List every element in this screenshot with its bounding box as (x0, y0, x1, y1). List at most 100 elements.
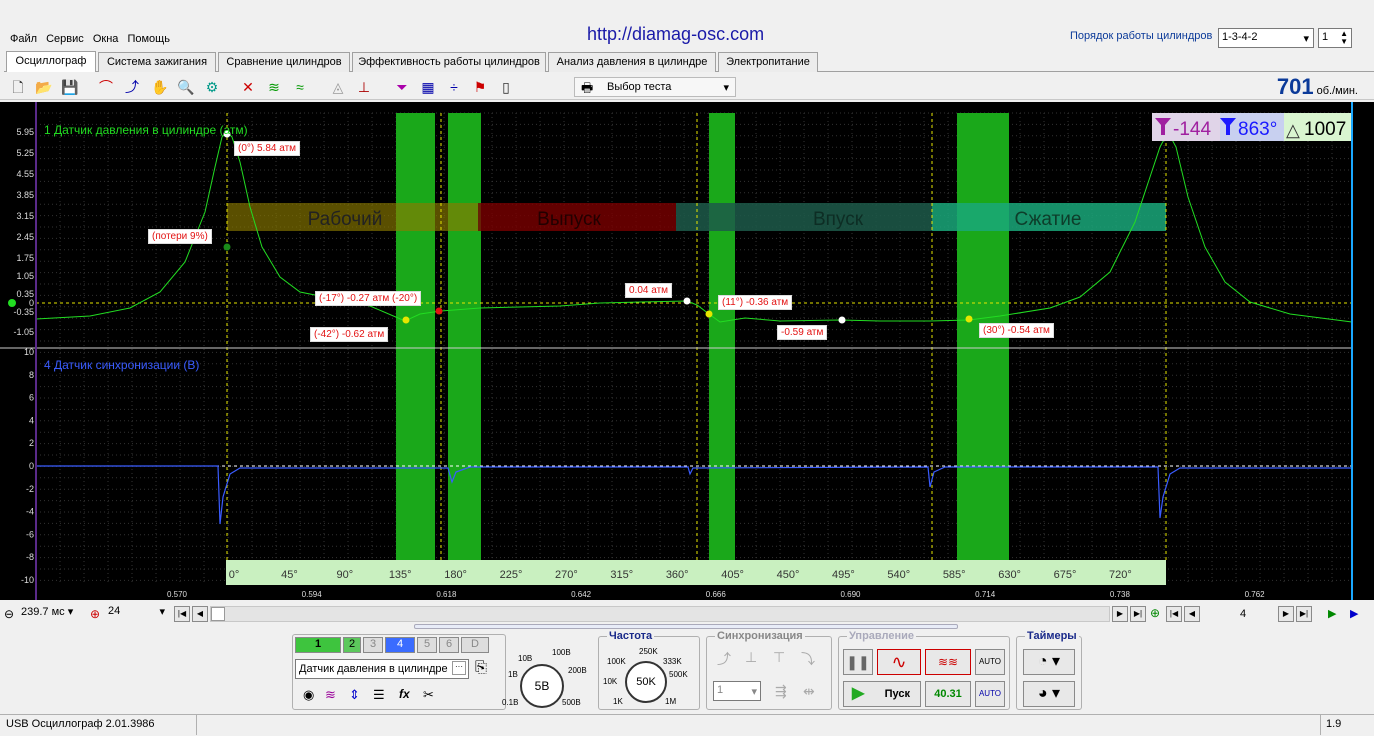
menu-windows[interactable]: Окна (93, 28, 119, 45)
first-page-button[interactable]: |◀ (174, 606, 190, 622)
fx-icon[interactable]: fx (399, 687, 410, 701)
divs-select[interactable]: 24 ▾ (105, 604, 169, 622)
play-fast-icon[interactable]: ▶ (1350, 607, 1358, 620)
frame-next-button[interactable]: ▶ (1278, 606, 1294, 622)
menu-file[interactable]: Файл (10, 28, 37, 45)
sync-rise-icon[interactable]: ⤴ (717, 649, 731, 669)
zoom-out-icon[interactable]: ⊖ (4, 607, 14, 621)
sync-up-icon[interactable]: ⊥ (745, 649, 757, 666)
last-button[interactable]: ▶| (1130, 606, 1146, 622)
sync-center-icon[interactable]: ⇹ (803, 683, 815, 700)
timer-start-button[interactable]: ◔ ▾ (1023, 649, 1075, 675)
frequency-knob[interactable]: 50K (625, 661, 667, 703)
cylinder-number-spinner[interactable]: 1 ▲ ▼ (1318, 28, 1352, 48)
time-tick: 0.714 (975, 590, 996, 599)
frame-first-button[interactable]: |◀ (1166, 606, 1182, 622)
flag-icon[interactable]: ⚑ (470, 78, 490, 96)
auto-zoom-icon[interactable]: ⚙ (202, 78, 222, 96)
tab-power[interactable]: Электропитание (718, 52, 818, 72)
auto-icon[interactable]: ◬ (328, 78, 348, 96)
marker-dot-004[interactable] (683, 297, 691, 305)
tab-cylinder-efficiency[interactable]: Эффективность работы цилиндров (352, 52, 546, 72)
waveform-icon[interactable]: ≋ (325, 687, 336, 703)
cylinder-order-select[interactable]: 1-3-4-2 ▾ (1218, 28, 1314, 48)
marker-dot-m42[interactable] (402, 316, 410, 324)
channel-d-button[interactable]: D (461, 637, 489, 653)
test-select[interactable]: 🖶 Выбор теста ▾ (574, 77, 736, 97)
tab-oscilloscope[interactable]: Осциллограф (6, 51, 96, 72)
channel-6-button[interactable]: 6 (439, 637, 459, 653)
sensor-select[interactable]: Датчик давления в цилиндре ··· (295, 659, 469, 679)
degree-tick: 135° (389, 569, 412, 581)
prev-button[interactable]: ◀ (192, 606, 208, 622)
auto-mode-icon[interactable]: AUTO (975, 649, 1005, 675)
marker-dot-30[interactable] (965, 315, 973, 323)
markers-icon[interactable]: ⏷ (392, 78, 412, 96)
lines-icon[interactable]: ☰ (373, 687, 385, 703)
marker-dot-m17[interactable] (435, 307, 443, 315)
eye-icon[interactable]: ◉ (303, 687, 314, 703)
tools-icon[interactable]: ✂ (423, 687, 434, 703)
marker-dot-059[interactable] (838, 316, 846, 324)
time-axis: 0.570 0.594 0.618 0.642 0.666 0.690 0.714 0.738… (167, 590, 1265, 599)
ellipsis-button[interactable]: ··· (452, 661, 466, 675)
tab-ignition[interactable]: Система зажигания (98, 52, 216, 72)
hand-icon[interactable]: ✋ (150, 78, 170, 96)
cursor-x-icon[interactable]: ✕ (238, 78, 258, 96)
control-panel: 1 2 3 4 5 6 D Датчик давления в цилиндре… (0, 628, 1374, 714)
sensor-settings-icon[interactable]: ⎘ (475, 659, 487, 676)
open-folder-icon[interactable]: 📂 (34, 78, 54, 96)
site-url[interactable]: http://diamag-osc.com (587, 24, 764, 45)
ch1-level-handle[interactable] (8, 299, 16, 307)
ch4-y-tick: 8 (29, 370, 34, 380)
measure-icon[interactable]: ⤴ (122, 78, 142, 96)
timebase-select[interactable]: 239.7 мс ▾ (18, 604, 86, 622)
time-tick: 0.618 (436, 590, 457, 599)
channel-1-button[interactable]: 1 (295, 637, 341, 653)
timer-stop-button[interactable]: ◕ ▾ (1023, 681, 1075, 707)
scope-area[interactable]: Рабочий Выпуск Впуск Сжатие 5.95 5.25 4.55… (0, 102, 1374, 600)
zoom-icon[interactable]: 🔍 (176, 78, 196, 96)
horizontal-scrollbar[interactable] (210, 606, 1110, 622)
start-button[interactable]: ▶ Пуск (843, 681, 921, 707)
zero-level-icon[interactable]: ⊥ (354, 78, 374, 96)
next-button[interactable]: ▶ (1112, 606, 1128, 622)
play-icon[interactable]: ▶ (1328, 607, 1336, 620)
tab-pressure-analysis[interactable]: Анализ давления в цилиндре (548, 52, 716, 72)
marker-dot-loss[interactable] (223, 243, 231, 251)
zoom-in-icon[interactable]: ⊕ (90, 607, 100, 621)
notes-icon[interactable]: ▯ (496, 78, 516, 96)
grid-icon[interactable]: ▦ (418, 78, 438, 96)
pause-icon[interactable]: ❚❚ (843, 649, 873, 675)
channel-2-button[interactable]: 2 (343, 637, 361, 653)
scope-canvas[interactable]: Рабочий Выпуск Впуск Сжатие 5.95 5.25 4.55… (0, 102, 1374, 600)
scrollbar-thumb[interactable] (211, 607, 225, 621)
frame-last-button[interactable]: ▶| (1296, 606, 1312, 622)
channel-5-button[interactable]: 5 (417, 637, 437, 653)
tab-cylinder-compare[interactable]: Сравнение цилиндров (218, 52, 350, 72)
channel-4-button[interactable]: 4 (385, 637, 415, 653)
filter-icon[interactable]: ≋ (264, 78, 284, 96)
channel-3-button[interactable]: 3 (363, 637, 383, 653)
split-icon[interactable]: ÷ (444, 78, 464, 96)
new-file-icon[interactable]: 🗋 (8, 78, 28, 96)
voltage-knob[interactable]: 5В (520, 664, 564, 708)
spectrum-icon[interactable]: ≈ (290, 78, 310, 96)
continuous-mode-icon[interactable]: ≋≋ (925, 649, 971, 675)
sync-fall-icon[interactable]: ⤵ (801, 649, 815, 669)
save-icon[interactable]: 💾 (60, 78, 80, 96)
trigger-icon[interactable]: ⌒ (96, 78, 116, 96)
menu-help[interactable]: Помощь (127, 28, 170, 45)
marker-dot-11[interactable] (705, 310, 713, 318)
auto-start-icon[interactable]: AUTO (975, 681, 1005, 707)
menu-service[interactable]: Сервис (46, 28, 84, 45)
single-mode-icon[interactable]: ∿ (877, 649, 921, 675)
sync-down-icon[interactable]: ⊤ (773, 649, 785, 666)
frame-prev-button[interactable]: ◀ (1184, 606, 1200, 622)
sync-channel-select[interactable]: 1 ▾ (713, 681, 761, 701)
ch1-y-tick: 3.85 (16, 190, 34, 200)
sync-level-icon[interactable]: ⇶ (775, 683, 787, 700)
control-title: Управление (847, 630, 917, 642)
vertical-arrows-icon[interactable]: ⇕ (349, 687, 360, 703)
add-frame-icon[interactable]: ⊕ (1150, 606, 1160, 620)
